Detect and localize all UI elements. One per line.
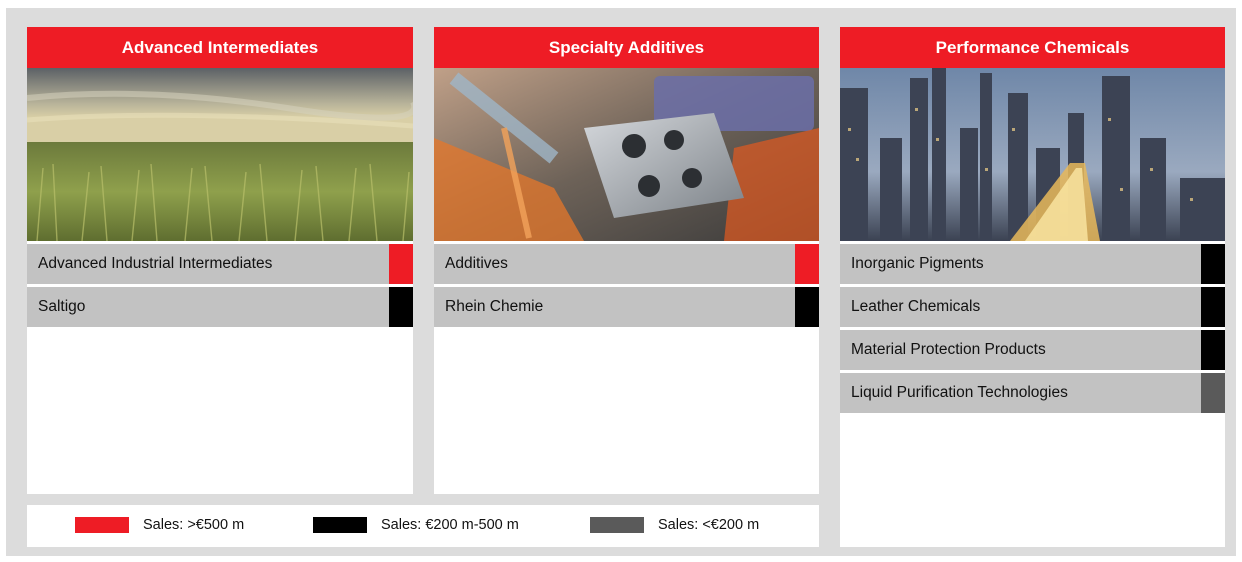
sales-indicator: [795, 287, 819, 327]
business-unit-row: Liquid Purification Technologies: [840, 373, 1225, 413]
business-unit-label: Advanced Industrial Intermediates: [38, 255, 273, 272]
business-unit-row: Leather Chemicals: [840, 287, 1225, 327]
sales-legend: Sales: >€500 m Sales: €200 m-500 m Sales…: [27, 505, 819, 547]
sales-indicator: [1201, 373, 1225, 413]
business-unit-label: Material Protection Products: [851, 341, 1046, 358]
business-unit-label: Rhein Chemie: [445, 298, 544, 315]
legend-swatch: [590, 517, 644, 533]
segment-panel-specialty-additives: Specialty Additives Additives Rhein Chem…: [434, 27, 819, 494]
legend-item: Sales: >€500 m: [75, 517, 244, 533]
legend-label: Sales: >€500 m: [143, 517, 245, 533]
sales-indicator: [1201, 330, 1225, 370]
business-unit-label: Leather Chemicals: [851, 298, 981, 315]
segment-panel-performance-chemicals: Performance Chemicals Inorganic Pigments…: [840, 27, 1225, 547]
machining-workpiece-photo: [434, 68, 819, 241]
sales-indicator: [1201, 244, 1225, 284]
business-unit-label: Inorganic Pigments: [851, 255, 984, 272]
segment-title: Performance Chemicals: [840, 27, 1225, 68]
sales-indicator: [389, 287, 413, 327]
sales-indicator: [389, 244, 413, 284]
legend-item: Sales: <€200 m: [590, 517, 759, 533]
segment-title: Specialty Additives: [434, 27, 819, 68]
legend-swatch: [313, 517, 367, 533]
business-unit-row: Material Protection Products: [840, 330, 1225, 370]
business-unit-row: Rhein Chemie: [434, 287, 819, 327]
business-unit-row: Inorganic Pigments: [840, 244, 1225, 284]
business-unit-label: Liquid Purification Technologies: [851, 384, 1068, 401]
segment-title: Advanced Intermediates: [27, 27, 413, 68]
city-skyline-photo: [840, 68, 1225, 241]
business-unit-label: Saltigo: [38, 298, 86, 315]
wheat-field-photo: [27, 68, 413, 241]
legend-swatch: [75, 517, 129, 533]
legend-label: Sales: <€200 m: [658, 517, 760, 533]
business-unit-row: Saltigo: [27, 287, 413, 327]
business-unit-label: Additives: [445, 255, 508, 272]
sales-indicator: [795, 244, 819, 284]
business-unit-row: Additives: [434, 244, 819, 284]
sales-indicator: [1201, 287, 1225, 327]
legend-item: Sales: €200 m-500 m: [313, 517, 519, 533]
business-unit-row: Advanced Industrial Intermediates: [27, 244, 413, 284]
legend-label: Sales: €200 m-500 m: [381, 517, 519, 533]
segment-panel-advanced-intermediates: Advanced Intermediates Advanced Industri…: [27, 27, 413, 494]
